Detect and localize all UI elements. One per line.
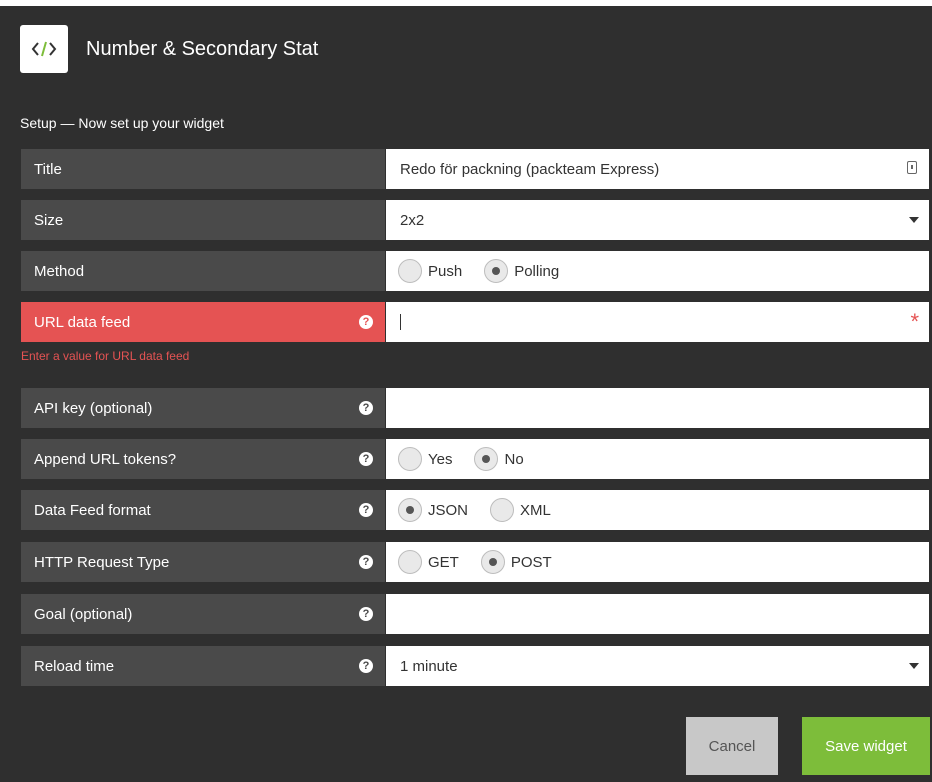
format-json-radio[interactable]: JSON xyxy=(398,498,468,522)
url-error-message: Enter a value for URL data feed xyxy=(21,349,190,363)
help-icon[interactable]: ? xyxy=(359,659,373,673)
text-cursor xyxy=(400,314,401,330)
size-value: 2x2 xyxy=(400,211,425,229)
request-type-get-radio[interactable]: GET xyxy=(398,550,459,574)
help-icon[interactable]: ? xyxy=(359,452,373,466)
api-key-label: API key (optional) ? xyxy=(21,388,385,428)
url-input[interactable]: * xyxy=(386,302,929,342)
request-type-radio-group: GET POST xyxy=(386,542,929,582)
format-label: Data Feed format ? xyxy=(21,490,385,530)
format-xml-radio[interactable]: XML xyxy=(490,498,551,522)
format-row: Data Feed format ? JSON XML xyxy=(21,490,929,530)
format-label-text: Data Feed format xyxy=(34,501,151,519)
help-icon[interactable]: ? xyxy=(359,315,373,329)
cancel-button[interactable]: Cancel xyxy=(686,717,778,775)
reload-value: 1 minute xyxy=(400,657,458,675)
text-field-icon xyxy=(907,161,917,174)
radio-unchecked-icon xyxy=(398,447,422,471)
radio-unchecked-icon xyxy=(398,259,422,283)
top-strip xyxy=(0,0,932,6)
radio-label: No xyxy=(504,450,524,468)
widget-title: Number & Secondary Stat xyxy=(86,37,319,60)
method-radio-group: Push Polling xyxy=(386,251,929,291)
radio-label: Yes xyxy=(428,450,453,468)
radio-label: GET xyxy=(428,553,459,571)
goal-label-text: Goal (optional) xyxy=(34,605,133,623)
help-icon[interactable]: ? xyxy=(359,401,373,415)
append-tokens-label: Append URL tokens? ? xyxy=(21,439,385,479)
chevron-down-icon xyxy=(909,663,919,669)
append-tokens-label-text: Append URL tokens? xyxy=(34,450,177,468)
setup-subtitle: Setup — Now set up your widget xyxy=(20,115,224,131)
api-key-label-text: API key (optional) xyxy=(34,399,153,417)
title-row: Title Redo för packning (packteam Expres… xyxy=(21,149,929,189)
reload-select[interactable]: 1 minute xyxy=(386,646,929,686)
help-icon[interactable]: ? xyxy=(359,503,373,517)
api-key-input[interactable] xyxy=(386,388,929,428)
url-label: URL data feed ? xyxy=(21,302,385,342)
radio-checked-icon xyxy=(480,550,505,574)
radio-checked-icon xyxy=(474,447,499,471)
method-label: Method xyxy=(21,251,385,291)
append-tokens-no-radio[interactable]: No xyxy=(474,447,524,471)
help-icon[interactable]: ? xyxy=(359,607,373,621)
radio-label: POST xyxy=(510,553,552,571)
reload-row: Reload time ? 1 minute xyxy=(21,646,929,686)
request-type-row: HTTP Request Type ? GET POST xyxy=(21,542,929,582)
goal-row: Goal (optional) ? xyxy=(21,594,929,634)
title-input[interactable]: Redo för packning (packteam Express) xyxy=(386,149,929,189)
reload-label-text: Reload time xyxy=(34,657,115,675)
radio-checked-icon xyxy=(398,498,422,522)
api-key-row: API key (optional) ? xyxy=(21,388,929,428)
goal-label: Goal (optional) ? xyxy=(21,594,385,634)
method-row: Method Push Polling xyxy=(21,251,929,291)
method-push-radio[interactable]: Push xyxy=(398,259,462,283)
request-type-label-text: HTTP Request Type xyxy=(34,553,170,571)
append-tokens-row: Append URL tokens? ? Yes No xyxy=(21,439,929,479)
append-tokens-radio-group: Yes No xyxy=(386,439,929,479)
size-select[interactable]: 2x2 xyxy=(386,200,929,240)
radio-label: XML xyxy=(520,501,551,519)
method-polling-radio[interactable]: Polling xyxy=(484,259,559,283)
url-row: URL data feed ? * xyxy=(21,302,929,342)
size-label: Size xyxy=(21,200,385,240)
required-asterisk: * xyxy=(910,309,919,334)
save-widget-button[interactable]: Save widget xyxy=(802,717,930,775)
radio-checked-icon xyxy=(484,259,509,283)
format-radio-group: JSON XML xyxy=(386,490,929,530)
chevron-down-icon xyxy=(909,217,919,223)
size-row: Size 2x2 xyxy=(21,200,929,240)
code-icon xyxy=(20,25,68,73)
goal-input[interactable] xyxy=(386,594,929,634)
title-value: Redo för packning (packteam Express) xyxy=(400,160,660,178)
url-label-text: URL data feed xyxy=(34,313,131,331)
append-tokens-yes-radio[interactable]: Yes xyxy=(398,447,452,471)
reload-label: Reload time ? xyxy=(21,646,385,686)
radio-label: Push xyxy=(428,262,463,280)
radio-label: JSON xyxy=(428,501,469,519)
radio-unchecked-icon xyxy=(398,550,422,574)
request-type-post-radio[interactable]: POST xyxy=(480,550,552,574)
title-label: Title xyxy=(21,149,385,189)
help-icon[interactable]: ? xyxy=(359,555,373,569)
widget-header: Number & Secondary Stat xyxy=(20,24,318,74)
radio-unchecked-icon xyxy=(490,498,515,522)
radio-label: Polling xyxy=(514,262,560,280)
request-type-label: HTTP Request Type ? xyxy=(21,542,385,582)
